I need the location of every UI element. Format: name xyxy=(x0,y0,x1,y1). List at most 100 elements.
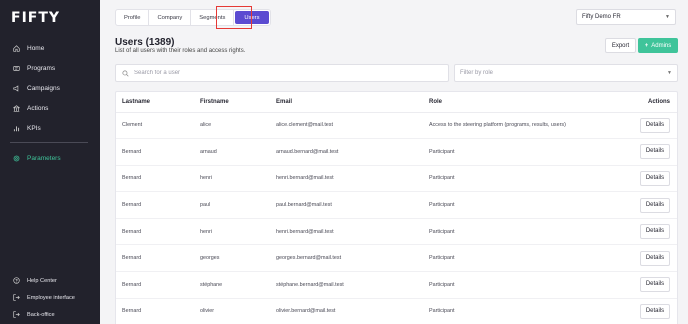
cell-firstname: arnaud xyxy=(200,138,276,166)
table-row: Bernard olivier olivier.bernard@mail.test P… xyxy=(116,298,677,324)
column-header-firstname[interactable]: Firstname xyxy=(200,92,276,113)
details-button[interactable]: Details xyxy=(640,224,670,240)
cell-firstname: olivier xyxy=(200,298,276,324)
sidebar-item-parameters[interactable]: Parameters xyxy=(0,148,100,168)
cell-actions: Details xyxy=(629,112,677,140)
sidebar-item-campaigns[interactable]: Campaigns xyxy=(0,78,100,98)
sidebar-item-label: Actions xyxy=(27,104,49,112)
cell-role: Participant xyxy=(429,218,629,246)
details-button[interactable]: Details xyxy=(640,303,670,319)
actions-icon xyxy=(10,104,22,112)
back-office-icon xyxy=(10,311,22,318)
cell-role: Participant xyxy=(429,298,629,324)
table-row: Bernard georges georges.bernard@mail.test P… xyxy=(116,244,677,273)
cell-email: stéphane.bernard@mail.test xyxy=(276,271,429,299)
cell-lastname: Bernard xyxy=(116,244,200,273)
cell-lastname: Bernard xyxy=(116,165,200,193)
table-row: Bernard henri henri.bernard@mail.test Parti… xyxy=(116,165,677,193)
role-filter-select[interactable]: Filter by role ▼ xyxy=(454,64,678,82)
export-button[interactable]: Export xyxy=(605,38,636,53)
cell-email: henri.bernard@mail.test xyxy=(276,165,429,193)
column-header-role[interactable]: Role xyxy=(429,92,629,113)
users-table: Lastname Firstname Email Role Actions Cl… xyxy=(115,91,678,324)
search-input[interactable] xyxy=(134,70,434,76)
role-filter-placeholder: Filter by role xyxy=(460,70,494,76)
details-button[interactable]: Details xyxy=(640,144,670,160)
cell-actions: Details xyxy=(629,165,677,193)
tab-company[interactable]: Company xyxy=(149,10,192,25)
cell-lastname: Bernard xyxy=(116,271,200,299)
details-button[interactable]: Details xyxy=(640,277,670,293)
cell-firstname: henri xyxy=(200,165,276,193)
highlight-box xyxy=(216,6,252,29)
cell-role: Participant xyxy=(429,165,629,193)
column-header-lastname[interactable]: Lastname xyxy=(116,92,200,113)
cell-lastname: Bernard xyxy=(116,298,200,324)
cell-actions: Details xyxy=(629,271,677,299)
cell-email: alice.clement@mail.test xyxy=(276,112,429,140)
cell-actions: Details xyxy=(629,218,677,246)
cell-firstname: alice xyxy=(200,112,276,140)
details-button[interactable]: Details xyxy=(640,170,670,186)
table-row: Bernard stéphane stéphane.bernard@mail.tes… xyxy=(116,271,677,299)
sidebar-item-help-center[interactable]: Help Center xyxy=(0,272,100,289)
main-content: Profile Company Segments Users Fifty Dem… xyxy=(100,0,688,324)
sidebar-item-label: Help Center xyxy=(27,277,57,284)
tab-profile[interactable]: Profile xyxy=(116,10,150,25)
add-admins-label: Admins xyxy=(651,42,672,49)
sidebar-item-label: Back-office xyxy=(27,311,55,318)
sidebar-item-label: Employee interface xyxy=(27,294,75,301)
organization-select[interactable]: Fifty Demo FR ▼ xyxy=(576,9,676,25)
search-icon xyxy=(122,69,129,77)
kpis-icon xyxy=(10,125,22,132)
cell-firstname: stéphane xyxy=(200,271,276,299)
cell-email: arnaud.bernard@mail.test xyxy=(276,138,429,166)
cell-firstname: paul xyxy=(200,191,276,219)
sidebar-item-employee-interface[interactable]: Employee interface xyxy=(0,289,100,306)
details-button[interactable]: Details xyxy=(640,117,670,133)
sidebar-item-label: KPIs xyxy=(27,124,41,132)
sidebar-item-label: Campaigns xyxy=(27,84,60,92)
cell-actions: Details xyxy=(629,138,677,166)
app-logo[interactable]: FIFTY xyxy=(11,10,60,26)
cell-lastname: Bernard xyxy=(116,138,200,166)
help-icon xyxy=(10,277,22,284)
sidebar-item-label: Home xyxy=(27,44,45,52)
switch-interface-icon xyxy=(10,294,22,301)
home-icon xyxy=(10,44,22,52)
sidebar-item-actions[interactable]: Actions xyxy=(0,98,100,118)
table-row: Bernard arnaud arnaud.bernard@mail.test Par… xyxy=(116,138,677,166)
table-row: Clement alice alice.clement@mail.test Acces… xyxy=(116,112,677,140)
cell-lastname: Bernard xyxy=(116,191,200,219)
page-subtitle: List of all users with their roles and a… xyxy=(115,48,246,54)
add-admins-button[interactable]: + Admins xyxy=(638,38,678,53)
programs-icon xyxy=(10,65,22,72)
sidebar-item-programs[interactable]: Programs xyxy=(0,58,100,78)
campaigns-icon xyxy=(10,84,22,92)
sidebar-item-back-office[interactable]: Back-office xyxy=(0,306,100,323)
cell-actions: Details xyxy=(629,244,677,273)
cell-role: Participant xyxy=(429,138,629,166)
cell-email: paul.bernard@mail.test xyxy=(276,191,429,219)
cell-email: henri.bernard@mail.test xyxy=(276,218,429,246)
cell-role: Access to the steering platform (program… xyxy=(429,112,629,140)
cell-email: olivier.bernard@mail.test xyxy=(276,298,429,324)
cell-firstname: georges xyxy=(200,244,276,273)
cell-actions: Details xyxy=(629,191,677,219)
cell-firstname: henri xyxy=(200,218,276,246)
gear-icon xyxy=(10,155,22,162)
sidebar-item-home[interactable]: Home xyxy=(0,38,100,58)
details-button[interactable]: Details xyxy=(640,197,670,213)
column-header-email[interactable]: Email xyxy=(276,92,429,113)
organization-select-value: Fifty Demo FR xyxy=(582,14,621,20)
sidebar: FIFTY Home Programs Campaigns Actions KP… xyxy=(0,0,100,324)
page-title: Users (1389) xyxy=(115,37,175,48)
details-button[interactable]: Details xyxy=(640,250,670,266)
plus-icon: + xyxy=(644,42,649,49)
cell-lastname: Bernard xyxy=(116,218,200,246)
sidebar-item-kpis[interactable]: KPIs xyxy=(0,118,100,138)
cell-role: Participant xyxy=(429,271,629,299)
cell-actions: Details xyxy=(629,298,677,324)
cell-email: georges.bernard@mail.test xyxy=(276,244,429,273)
cell-role: Participant xyxy=(429,191,629,219)
